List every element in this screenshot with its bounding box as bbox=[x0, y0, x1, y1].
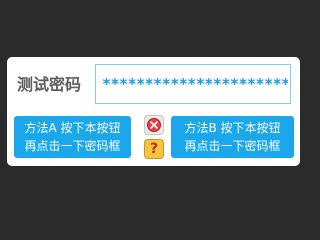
close-icon bbox=[147, 118, 161, 132]
method-b-label-line2: 再点击一下密码框 bbox=[184, 139, 281, 153]
password-value: ************************* bbox=[102, 75, 288, 93]
password-field[interactable]: ************************* bbox=[95, 64, 291, 104]
clear-button[interactable] bbox=[144, 115, 164, 135]
method-a-label-line1: 方法A 按下本按钮 bbox=[24, 121, 121, 135]
method-a-button[interactable]: 方法A 按下本按钮 再点击一下密码框 bbox=[14, 116, 131, 158]
method-b-label-line1: 方法B 按下本按钮 bbox=[184, 121, 281, 135]
help-icon: ? bbox=[149, 141, 159, 157]
help-button[interactable]: ? bbox=[144, 139, 164, 159]
password-label: 测试密码 bbox=[17, 75, 82, 94]
password-panel: 测试密码 ************************* 方法A 按下本按钮… bbox=[7, 57, 300, 166]
method-a-label-line2: 再点击一下密码框 bbox=[24, 139, 121, 153]
method-b-button[interactable]: 方法B 按下本按钮 再点击一下密码框 bbox=[171, 116, 294, 158]
